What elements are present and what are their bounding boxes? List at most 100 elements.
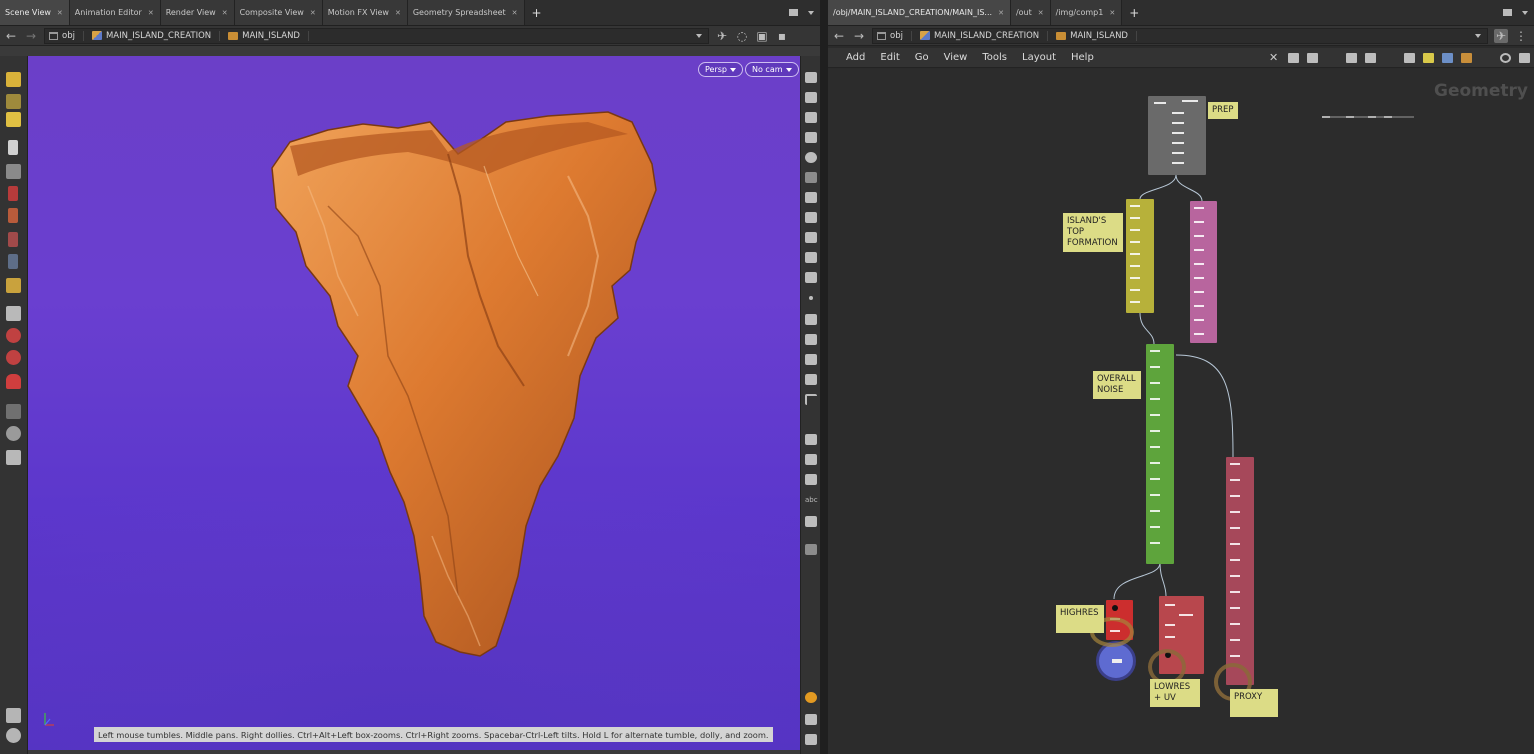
chevron-down-icon[interactable] <box>1475 33 1481 38</box>
vector-icon[interactable] <box>805 334 817 345</box>
display-options-icon[interactable] <box>805 516 817 527</box>
tab-composite-view[interactable]: Composite View ✕ <box>234 0 323 25</box>
note-proxy[interactable]: PROXY <box>1230 689 1278 717</box>
cube-icon[interactable] <box>805 474 817 485</box>
texture-icon[interactable] <box>805 374 817 385</box>
note-highres[interactable]: HIGHRES <box>1056 605 1104 633</box>
chevron-down-icon[interactable] <box>1522 10 1528 15</box>
menu-help[interactable]: Help <box>1071 52 1094 63</box>
transform-tool-icon[interactable] <box>8 254 18 269</box>
pink-branch-node[interactable] <box>1190 201 1217 343</box>
close-icon[interactable]: ✕ <box>222 9 228 17</box>
close-icon[interactable]: ✕ <box>998 9 1004 17</box>
add-tab-button[interactable]: + <box>525 0 549 25</box>
point-light-icon[interactable] <box>805 192 817 203</box>
display-options-icon[interactable]: ▣ <box>755 29 769 43</box>
light-bulb-icon[interactable] <box>805 544 817 555</box>
snap-icon[interactable] <box>805 434 817 445</box>
text-display-icon[interactable]: abc <box>805 496 819 507</box>
warning-icon[interactable] <box>805 692 817 703</box>
top-formation-node[interactable] <box>1126 199 1154 313</box>
close-icon[interactable]: ✕ <box>57 9 63 17</box>
proxy-node[interactable] <box>1226 457 1254 685</box>
snap-grid-icon[interactable] <box>6 306 21 321</box>
highres-output-circle[interactable] <box>1096 641 1136 681</box>
node-network-canvas[interactable]: Geometry PREP ISLAND'S TOP FORMATION OVE… <box>828 69 1534 754</box>
link-icon[interactable]: ⋮ <box>1514 29 1528 43</box>
link-icon[interactable]: ◌ <box>735 29 749 43</box>
3d-viewport[interactable]: Persp No cam Left mouse tumbles. Middle … <box>28 56 800 750</box>
scale-tool-icon[interactable] <box>8 232 18 247</box>
close-icon[interactable]: ✕ <box>1038 9 1044 17</box>
transform-icon[interactable] <box>805 232 817 243</box>
note-top-formation[interactable]: ISLAND'S TOP FORMATION <box>1063 213 1123 252</box>
magnet-icon[interactable] <box>6 374 21 389</box>
pose-tool-icon[interactable] <box>6 94 21 109</box>
menu-view[interactable]: View <box>944 52 968 63</box>
crumb-obj[interactable]: obj <box>49 30 84 41</box>
tree-icon[interactable] <box>1288 53 1299 63</box>
template-icon[interactable] <box>805 132 817 143</box>
grid-icon[interactable] <box>1346 53 1357 63</box>
tab-motion-fx-view[interactable]: Motion FX View ✕ <box>322 0 408 25</box>
note-lowres-uv[interactable]: LOWRES + UV <box>1150 679 1200 707</box>
tab-network-path[interactable]: /obj/MAIN_ISLAND_CREATION/MAIN_IS... ✕ <box>828 0 1011 25</box>
menu-tools[interactable]: Tools <box>982 52 1007 63</box>
add-tab-button[interactable]: + <box>1122 0 1146 25</box>
overall-noise-node[interactable] <box>1146 344 1174 564</box>
pin-icon[interactable]: ✈ <box>1494 28 1508 43</box>
light-icon[interactable] <box>805 172 817 183</box>
normal-icon[interactable] <box>805 314 817 325</box>
render-icon[interactable]: ▪ <box>775 29 789 43</box>
path-field[interactable]: obj MAIN_ISLAND_CREATION MAIN_ISLAND <box>872 27 1488 44</box>
move-tool-icon[interactable] <box>8 186 18 201</box>
prep-node[interactable] <box>1148 96 1206 175</box>
note-overall-noise[interactable]: OVERALL NOISE <box>1093 371 1141 399</box>
network-box-icon[interactable] <box>1404 53 1415 63</box>
ghost-icon[interactable] <box>805 92 817 103</box>
snap-curve-icon[interactable] <box>6 350 21 365</box>
settings-gear-icon[interactable] <box>6 728 21 743</box>
uv-icon[interactable] <box>805 354 817 365</box>
wrench-icon[interactable]: ✕ <box>1269 52 1280 63</box>
flipbook-icon[interactable] <box>6 708 21 723</box>
lock-icon[interactable] <box>6 164 21 179</box>
zoom-view-icon[interactable] <box>6 426 21 441</box>
path-field[interactable]: obj MAIN_ISLAND_CREATION MAIN_ISLAND <box>44 27 709 44</box>
close-icon[interactable]: ✕ <box>395 9 401 17</box>
close-icon[interactable]: ✕ <box>512 9 518 17</box>
chevron-down-icon[interactable] <box>808 10 814 15</box>
lock-icon[interactable] <box>805 112 817 123</box>
menu-add[interactable]: Add <box>846 52 865 63</box>
back-arrow-icon[interactable]: ← <box>832 29 846 43</box>
layout-icon[interactable] <box>1519 53 1530 63</box>
crumb-obj[interactable]: obj <box>877 30 912 41</box>
snap-point-icon[interactable] <box>6 328 21 343</box>
grid-layout-icon[interactable] <box>805 714 817 725</box>
shading-sphere-icon[interactable] <box>805 152 817 163</box>
close-icon[interactable]: ✕ <box>1109 9 1115 17</box>
select-arrow-icon[interactable] <box>8 140 18 155</box>
close-icon[interactable]: ✕ <box>310 9 316 17</box>
tab-img-comp1[interactable]: /img/comp1 ✕ <box>1050 0 1123 25</box>
menu-go[interactable]: Go <box>915 52 929 63</box>
pane-splitter[interactable] <box>820 0 828 754</box>
crumb-main-island[interactable]: MAIN_ISLAND <box>1056 30 1137 41</box>
menu-layout[interactable]: Layout <box>1022 52 1056 63</box>
pane-layout-icon[interactable] <box>1503 9 1512 16</box>
corner-icon[interactable] <box>805 394 817 405</box>
palette-icon[interactable] <box>1461 53 1472 63</box>
list-icon[interactable] <box>1307 53 1318 63</box>
perspective-menu-button[interactable]: Persp <box>698 62 743 77</box>
table-icon[interactable] <box>1365 53 1376 63</box>
back-arrow-icon[interactable]: ← <box>4 29 18 43</box>
tab-render-view[interactable]: Render View ✕ <box>160 0 235 25</box>
search-icon[interactable] <box>1500 53 1511 63</box>
rotate-tool-icon[interactable] <box>8 208 18 223</box>
crumb-main-island-creation[interactable]: MAIN_ISLAND_CREATION <box>91 30 221 41</box>
crumb-main-island[interactable]: MAIN_ISLAND <box>228 30 309 41</box>
chevron-down-icon[interactable] <box>696 33 702 38</box>
crumb-main-island-creation[interactable]: MAIN_ISLAND_CREATION <box>919 30 1049 41</box>
camera-icon[interactable] <box>6 450 21 465</box>
wire-icon[interactable] <box>805 252 817 263</box>
